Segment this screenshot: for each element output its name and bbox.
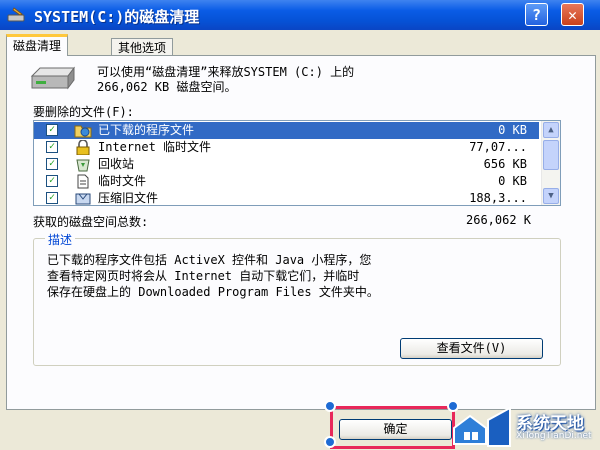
total-space-value: 266,062 K [466, 213, 532, 227]
file-name: 回收站 [98, 157, 135, 171]
view-files-button[interactable]: 查看文件(V) [400, 338, 543, 359]
compress-icon [75, 193, 91, 205]
title-bar[interactable]: SYSTEM(C:)的磁盘清理 ? ✕ [0, 0, 600, 30]
total-space-label: 获取的磁盘空间总数: [33, 215, 149, 229]
list-scrollbar[interactable]: ▲ ▼ [541, 121, 560, 205]
ok-button[interactable]: 确定 [339, 419, 452, 440]
disk-cleanup-icon [7, 7, 25, 22]
document-icon [77, 174, 89, 189]
description-title: 描述 [45, 231, 76, 248]
list-item[interactable]: ✓ Internet 临时文件 77,07... [34, 139, 539, 156]
description-line: 已下载的程序文件包括 ActiveX 控件和 Java 小程序，您 [47, 253, 372, 267]
description-line: 保存在硬盘上的 Downloaded Program Files 文件夹中。 [47, 285, 379, 299]
file-name: Internet 临时文件 [98, 140, 212, 154]
checkbox[interactable]: ✓ [46, 158, 58, 170]
window-title: SYSTEM(C:)的磁盘清理 [34, 8, 200, 26]
file-size: 656 KB [483, 157, 527, 171]
file-name: 临时文件 [98, 174, 147, 188]
close-button[interactable]: ✕ [561, 3, 584, 26]
file-size: 0 KB [498, 174, 527, 188]
scroll-down-icon[interactable]: ▼ [543, 188, 559, 204]
description-line: 查看特定网页时将会从 Internet 自动下载它们，并临时 [47, 269, 360, 283]
recycle-bin-icon [76, 159, 90, 172]
file-size: 188,3... [469, 191, 527, 205]
info-line-2: 266,062 KB 磁盘空间。 [97, 80, 237, 94]
file-name: 压缩旧文件 [98, 191, 159, 205]
list-item[interactable]: ✓ 回收站 656 KB [34, 156, 539, 173]
files-listbox[interactable]: ✓ 已下载的程序文件 0 KB ✓ Internet 临时文件 77,07...… [33, 120, 561, 206]
tab-disk-cleanup[interactable]: 磁盘清理 [6, 34, 69, 56]
hard-drive-icon [30, 66, 75, 90]
lock-icon [76, 140, 90, 155]
file-size: 77,07... [469, 140, 527, 154]
scroll-thumb[interactable] [543, 140, 559, 170]
checkbox[interactable]: ✓ [46, 192, 58, 204]
file-name: 已下载的程序文件 [98, 123, 195, 137]
scroll-up-icon[interactable]: ▲ [543, 122, 559, 138]
list-item[interactable]: ✓ 压缩旧文件 188,3... [34, 190, 539, 205]
checkbox[interactable]: ✓ [46, 141, 58, 153]
list-item[interactable]: ✓ 已下载的程序文件 0 KB [34, 122, 539, 139]
checkbox[interactable]: ✓ [46, 124, 58, 136]
highlight-handle [324, 400, 336, 412]
help-button[interactable]: ? [525, 3, 548, 26]
file-size: 0 KB [498, 123, 527, 137]
folder-globe-icon [74, 125, 92, 138]
files-to-delete-label: 要删除的文件(F): [33, 105, 134, 119]
checkbox[interactable]: ✓ [46, 175, 58, 187]
highlight-handle [324, 436, 336, 448]
watermark-url: XiTongTianDi.net [516, 431, 592, 441]
list-item[interactable]: ✓ 临时文件 0 KB [34, 173, 539, 190]
